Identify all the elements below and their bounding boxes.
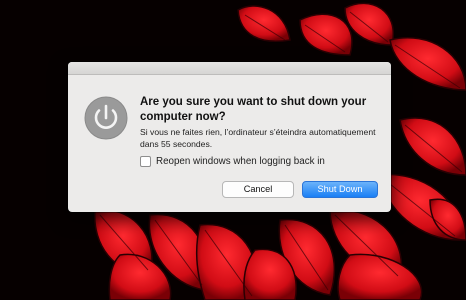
reopen-windows-option[interactable]: Reopen windows when logging back in [140, 154, 325, 168]
dialog-titlebar [68, 62, 391, 75]
shut-down-button[interactable]: Shut Down [302, 181, 378, 198]
shutdown-dialog: Are you sure you want to shut down your … [68, 62, 391, 212]
dialog-message: Si vous ne faites rien, l’ordinateur s’é… [140, 127, 376, 149]
cancel-button[interactable]: Cancel [222, 181, 294, 198]
reopen-windows-label[interactable]: Reopen windows when logging back in [156, 156, 325, 167]
reopen-windows-checkbox[interactable] [140, 155, 151, 167]
power-icon [84, 96, 128, 140]
dialog-title: Are you sure you want to shut down your … [140, 96, 367, 123]
